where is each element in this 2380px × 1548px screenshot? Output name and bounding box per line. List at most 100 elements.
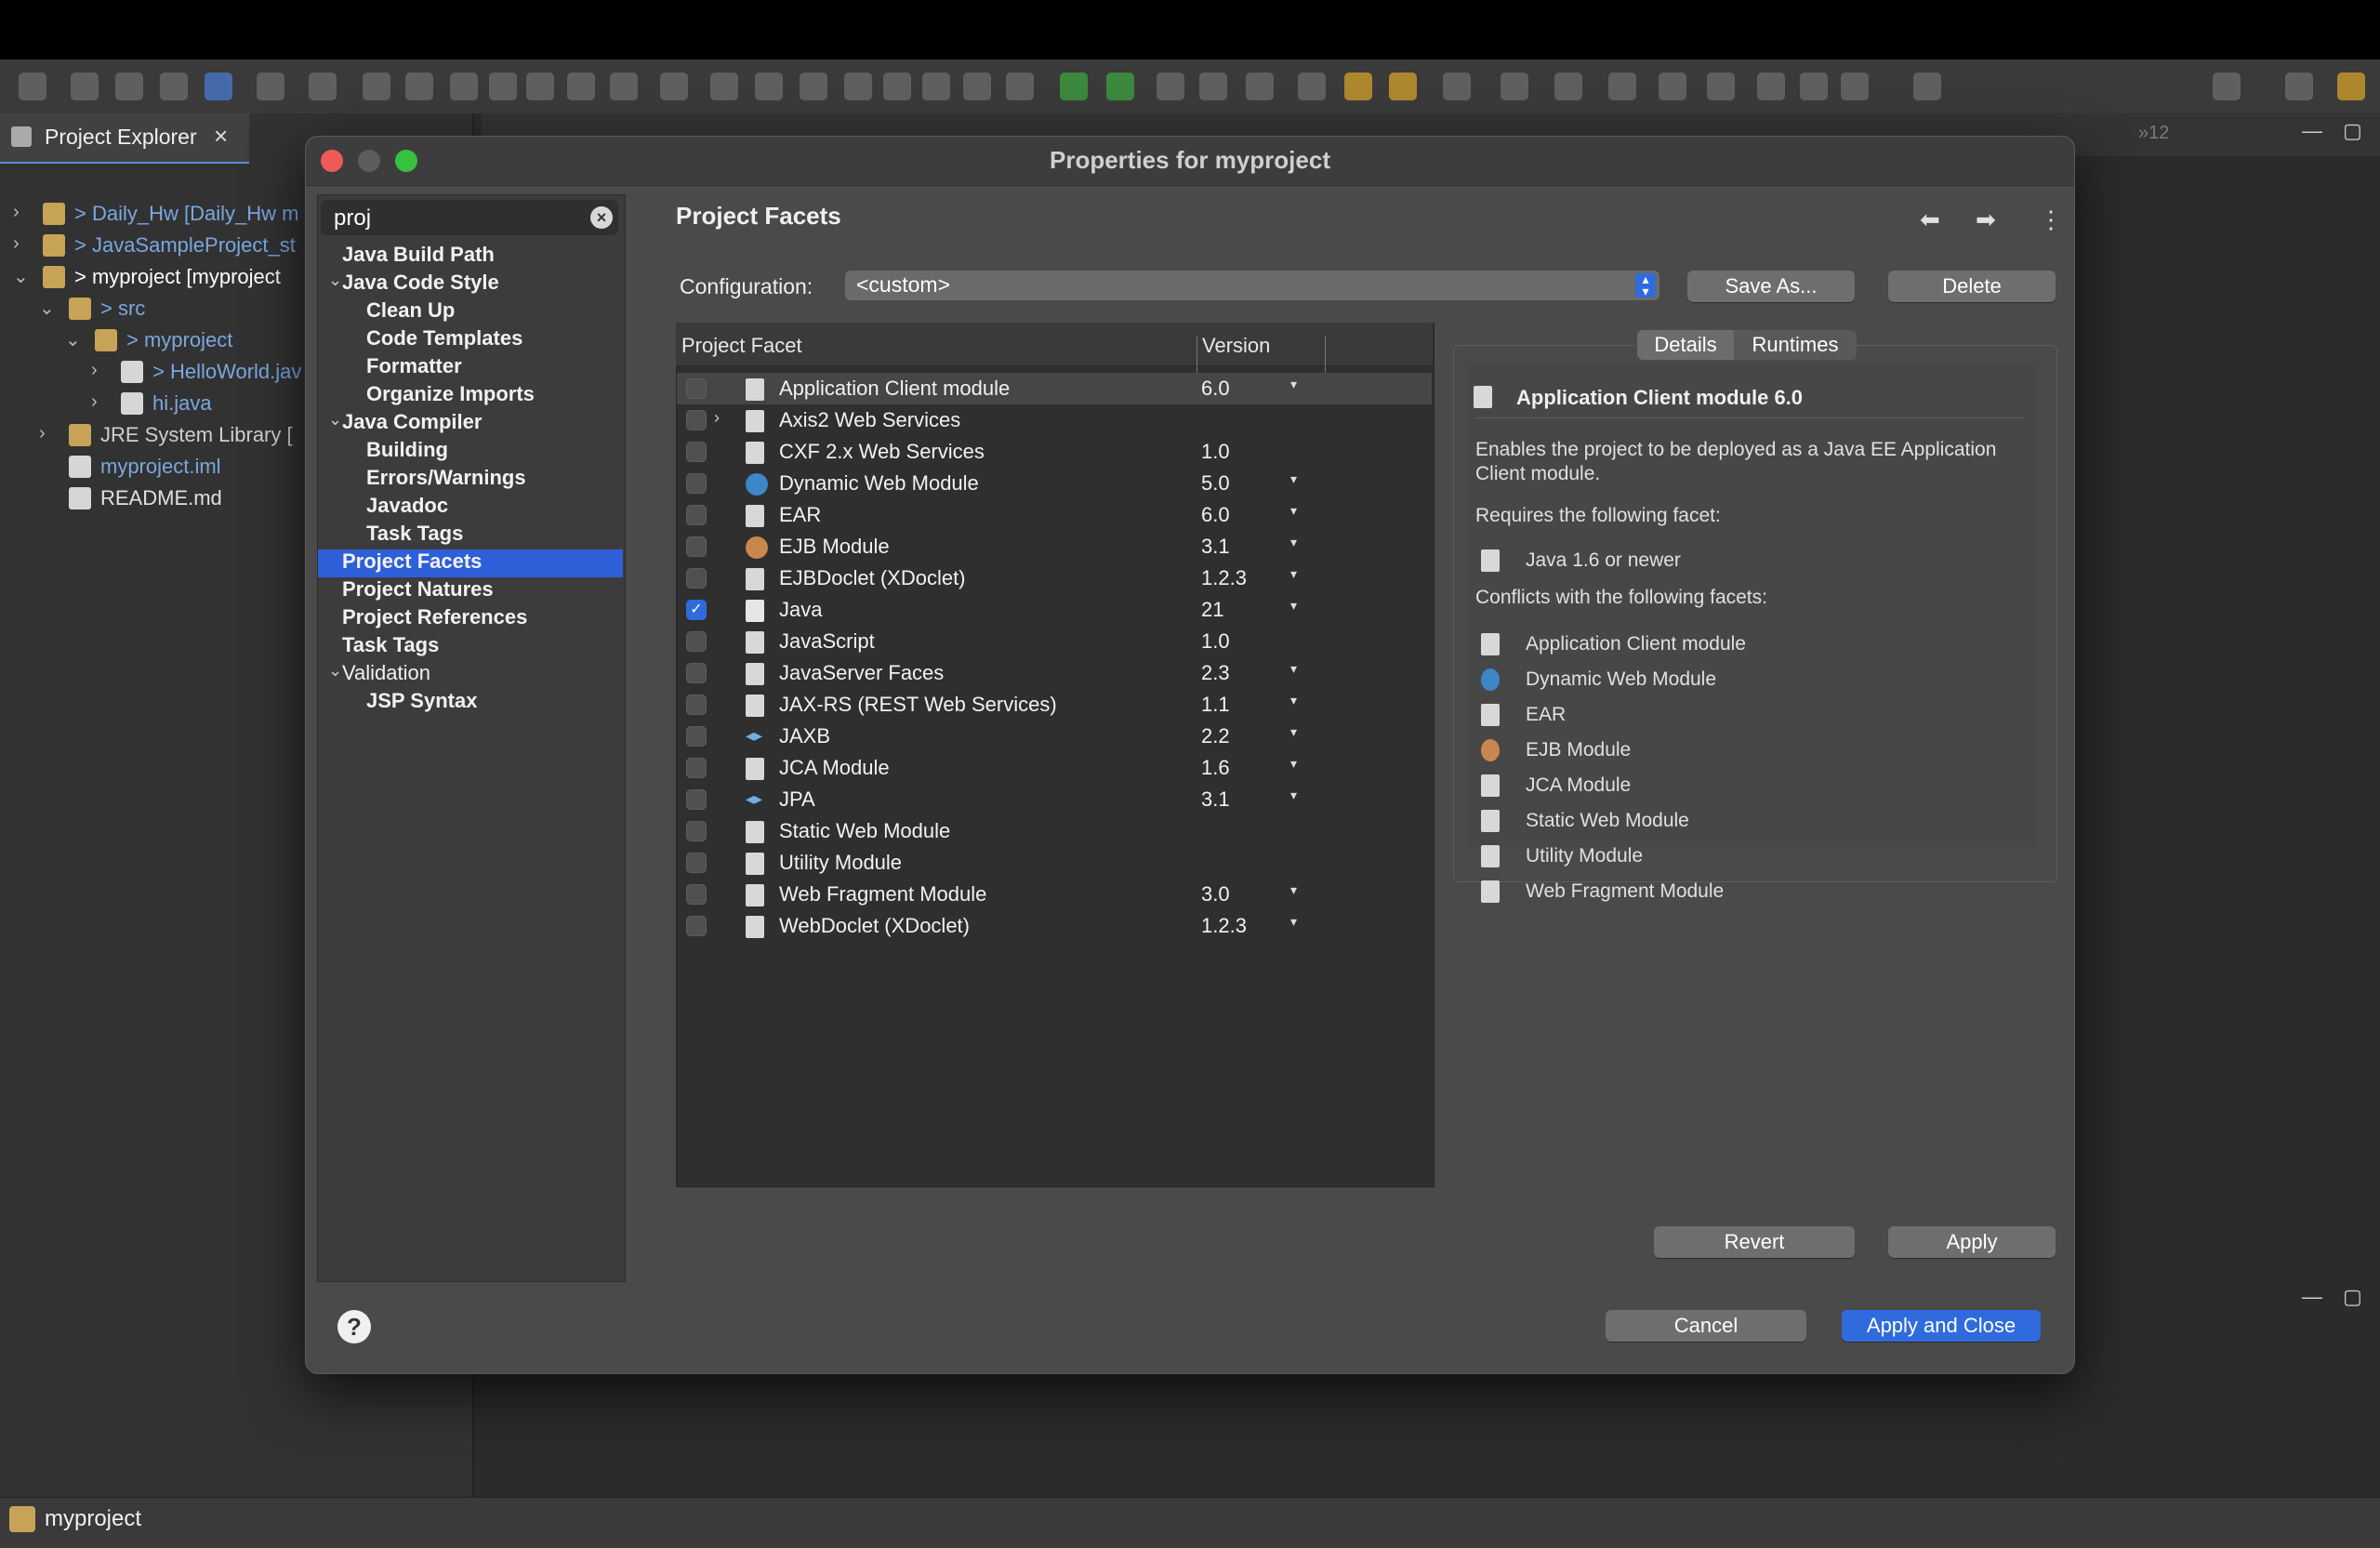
toolbar-button-icon[interactable] — [205, 73, 232, 100]
tree-chevron-icon[interactable]: › — [13, 233, 20, 255]
toolbar-button-icon[interactable] — [963, 73, 991, 100]
facet-version[interactable]: 21 — [1201, 598, 1223, 622]
toolbar-button-icon[interactable] — [660, 73, 688, 100]
nav-chevron-icon[interactable]: ⌄ — [328, 410, 342, 430]
project-explorer-tab[interactable]: Project Explorer × — [0, 113, 249, 164]
version-dropdown-icon[interactable]: ▾ — [1290, 787, 1297, 803]
toolbar-button-icon[interactable] — [1707, 73, 1735, 100]
facet-version[interactable]: 1.1 — [1201, 693, 1230, 717]
toolbar-button-icon[interactable] — [1841, 73, 1869, 100]
nav-item[interactable]: Clean Up — [366, 298, 455, 326]
tab-runtimes[interactable]: Runtimes — [1734, 330, 1857, 360]
nav-item[interactable]: Project Facets — [318, 549, 623, 577]
nav-item[interactable]: Organize Imports — [366, 382, 535, 410]
toolbar-button-icon[interactable] — [1344, 73, 1372, 100]
facet-row[interactable]: ✓ Java 21 ▾ — [677, 594, 1432, 626]
facet-row[interactable]: JavaScript 1.0 — [677, 626, 1432, 657]
toolbar-button-icon[interactable] — [115, 73, 143, 100]
facet-checkbox[interactable] — [686, 536, 707, 557]
version-dropdown-icon[interactable]: ▾ — [1290, 535, 1297, 550]
facet-column-header[interactable]: Project Facet — [681, 334, 802, 358]
save-as-button[interactable]: Save As... — [1687, 271, 1855, 302]
facet-row[interactable]: WebDoclet (XDoclet) 1.2.3 ▾ — [677, 910, 1432, 942]
facet-version[interactable]: 5.0 — [1201, 471, 1230, 496]
toolbar-button-icon[interactable] — [1157, 73, 1184, 100]
toolbar-button-icon[interactable] — [1246, 73, 1274, 100]
facet-checkbox[interactable] — [686, 853, 707, 873]
facet-checkbox[interactable] — [686, 410, 707, 430]
configuration-select[interactable] — [845, 271, 1659, 300]
nav-item[interactable]: Java Code Style — [342, 271, 499, 298]
toolbar-button-icon[interactable] — [363, 73, 390, 100]
toolbar-button-icon[interactable] — [883, 73, 911, 100]
facet-row[interactable]: Web Fragment Module 3.0 ▾ — [677, 879, 1432, 910]
toolbar-button-icon[interactable] — [1106, 73, 1134, 100]
version-dropdown-icon[interactable]: ▾ — [1290, 377, 1297, 392]
toolbar-button-icon[interactable] — [2213, 73, 2241, 100]
nav-item[interactable]: Project Natures — [342, 577, 494, 605]
forward-arrow-icon[interactable]: ➡ — [1976, 205, 1996, 234]
toolbar-button-icon[interactable] — [844, 73, 872, 100]
apply-and-close-button[interactable]: Apply and Close — [1842, 1310, 2041, 1342]
toolbar-button-icon[interactable] — [1608, 73, 1636, 100]
facet-version[interactable]: 2.2 — [1201, 724, 1230, 748]
toolbar-button-icon[interactable] — [2285, 73, 2313, 100]
toolbar-button-icon[interactable] — [710, 73, 738, 100]
nav-item[interactable]: Java Compiler — [342, 410, 482, 438]
facet-checkbox[interactable] — [686, 631, 707, 652]
tree-chevron-icon[interactable]: ⌄ — [39, 297, 55, 320]
toolbar-button-icon[interactable] — [309, 73, 337, 100]
toolbar-button-icon[interactable] — [610, 73, 638, 100]
tree-chevron-icon[interactable]: ⌄ — [13, 265, 29, 288]
toolbar-button-icon[interactable] — [450, 73, 478, 100]
toolbar-button-icon[interactable] — [1199, 73, 1227, 100]
facet-row[interactable]: Utility Module — [677, 847, 1432, 879]
toolbar-button-icon[interactable] — [257, 73, 284, 100]
toolbar-button-icon[interactable] — [2337, 73, 2365, 100]
facet-row[interactable]: EJB Module 3.1 ▾ — [677, 531, 1432, 562]
facet-version[interactable]: 1.2.3 — [1201, 566, 1247, 590]
tree-chevron-icon[interactable]: › — [13, 202, 20, 223]
toolbar-button-icon[interactable] — [405, 73, 433, 100]
toolbar-button-icon[interactable] — [755, 73, 783, 100]
toolbar-button-icon[interactable] — [922, 73, 950, 100]
facet-version[interactable]: 3.0 — [1201, 882, 1230, 906]
facet-row[interactable]: JAX-RS (REST Web Services) 1.1 ▾ — [677, 689, 1432, 721]
facet-version[interactable]: 1.0 — [1201, 440, 1230, 464]
toolbar-button-icon[interactable] — [567, 73, 595, 100]
maximize-icon[interactable]: ▢ — [2343, 119, 2362, 143]
facet-version[interactable]: 1.6 — [1201, 756, 1230, 780]
facet-row[interactable]: ◂▸ JPA 3.1 ▾ — [677, 784, 1432, 815]
nav-item[interactable]: Errors/Warnings — [366, 466, 526, 494]
facet-checkbox[interactable] — [686, 884, 707, 905]
version-dropdown-icon[interactable]: ▾ — [1290, 882, 1297, 898]
version-dropdown-icon[interactable]: ▾ — [1290, 756, 1297, 772]
tree-chevron-icon[interactable]: › — [39, 423, 46, 444]
facet-row[interactable]: ◂▸ JAXB 2.2 ▾ — [677, 721, 1432, 752]
facet-checkbox[interactable] — [686, 916, 707, 936]
nav-item[interactable]: Java Build Path — [342, 243, 495, 271]
nav-item[interactable]: Task Tags — [366, 522, 463, 549]
clear-filter-icon[interactable]: × — [590, 206, 613, 229]
version-dropdown-icon[interactable]: ▾ — [1290, 914, 1297, 930]
version-column-header[interactable]: Version — [1202, 334, 1270, 358]
minimize-icon[interactable]: — — [2302, 119, 2322, 143]
facet-checkbox[interactable] — [686, 473, 707, 494]
minimize-bottom-icon[interactable]: — — [2302, 1285, 2322, 1309]
facet-checkbox[interactable] — [686, 378, 707, 399]
facet-checkbox[interactable] — [686, 695, 707, 715]
toolbar-button-icon[interactable] — [1389, 73, 1417, 100]
toolbar-button-icon[interactable] — [1060, 73, 1088, 100]
version-dropdown-icon[interactable]: ▾ — [1290, 566, 1297, 582]
facet-checkbox[interactable] — [686, 568, 707, 589]
toolbar-button-icon[interactable] — [489, 73, 517, 100]
version-dropdown-icon[interactable]: ▾ — [1290, 693, 1297, 708]
toolbar-button-icon[interactable] — [1298, 73, 1326, 100]
tree-chevron-icon[interactable]: › — [91, 391, 98, 413]
tree-chevron-icon[interactable]: ⌄ — [65, 328, 81, 351]
editor-overflow-count[interactable]: »12 — [2138, 123, 2169, 147]
toolbar-button-icon[interactable] — [526, 73, 554, 100]
facet-row[interactable]: JCA Module 1.6 ▾ — [677, 752, 1432, 784]
help-icon[interactable]: ? — [337, 1310, 371, 1343]
facet-checkbox[interactable] — [686, 726, 707, 747]
